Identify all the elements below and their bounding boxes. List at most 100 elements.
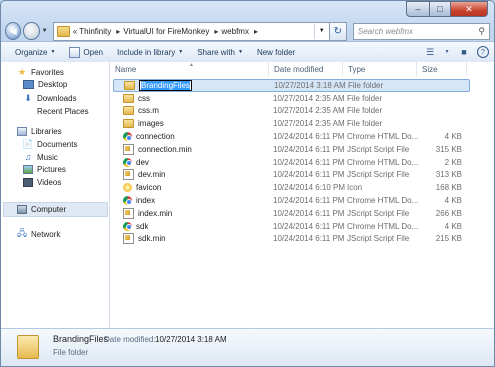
- network-icon: 🖧: [16, 228, 28, 238]
- breadcrumb-overflow[interactable]: «: [73, 27, 77, 36]
- file-date: 10/27/2014 2:35 AM: [273, 93, 345, 103]
- file-name-cell[interactable]: dev.min: [123, 169, 166, 181]
- file-name-cell[interactable]: BrandingFiles: [124, 80, 192, 91]
- close-button[interactable]: ✕: [451, 1, 488, 17]
- file-date: 10/24/2014 6:10 PM: [273, 183, 346, 193]
- organize-button[interactable]: Organize ▼: [15, 48, 55, 57]
- chevron-right-icon[interactable]: ▸: [116, 27, 120, 36]
- table-row[interactable]: css.m 10/27/2014 2:35 AM File folder: [113, 105, 470, 118]
- star-icon: ★: [17, 66, 27, 77]
- table-row[interactable]: index.min 10/24/2014 6:11 PM JScript Scrip…: [113, 207, 470, 220]
- address-bar[interactable]: « Thinfinity ▸ VirtualUI for FireMonkey …: [52, 21, 330, 41]
- file-name-cell[interactable]: sdk: [123, 221, 148, 231]
- file-name-cell[interactable]: connection: [123, 132, 175, 142]
- table-row[interactable]: BrandingFiles 10/27/2014 3:18 AM File fold…: [113, 79, 470, 92]
- table-row[interactable]: connection 10/24/2014 6:11 PM Chrome HTML …: [113, 130, 470, 143]
- nav-recent-label: Recent Places: [37, 106, 89, 116]
- file-name-cell[interactable]: connection.min: [123, 143, 192, 155]
- column-header-size[interactable]: Size: [417, 62, 467, 76]
- chevron-down-icon: ▼: [238, 49, 243, 55]
- table-row[interactable]: dev 10/24/2014 6:11 PM Chrome HTML Do... 2 …: [113, 156, 470, 169]
- navigation-pane: ★ Favorites Desktop ⬇ Downloads Recent Pla…: [1, 62, 110, 328]
- nav-music[interactable]: ♫ Music: [23, 152, 58, 162]
- file-date: 10/24/2014 6:11 PM: [273, 221, 345, 231]
- file-name: dev.min: [138, 170, 166, 180]
- nav-network[interactable]: 🖧 Network: [16, 228, 61, 239]
- table-row[interactable]: css 10/27/2014 2:35 AM File folder: [113, 92, 470, 105]
- libraries-icon: [17, 126, 27, 136]
- nav-videos[interactable]: Videos: [23, 178, 61, 187]
- nav-documents[interactable]: 📄 Documents: [22, 139, 77, 149]
- nav-favorites[interactable]: ★ Favorites: [17, 67, 64, 77]
- table-row[interactable]: sdk 10/24/2014 6:11 PM Chrome HTML Do... 4 …: [113, 220, 470, 233]
- breadcrumb-thinfinity[interactable]: Thinfinity: [79, 27, 111, 36]
- chevron-down-icon[interactable]: ▼: [443, 45, 451, 59]
- file-date: 10/27/2014 2:35 AM: [273, 119, 345, 129]
- table-row[interactable]: index 10/24/2014 6:11 PM Chrome HTML Do...…: [113, 194, 470, 207]
- column-header-type[interactable]: Type: [343, 62, 417, 76]
- file-size: 4 KB: [444, 221, 462, 231]
- refresh-button[interactable]: ↻: [329, 21, 347, 41]
- search-input[interactable]: Search webfmx ⚲: [352, 22, 490, 40]
- nav-downloads[interactable]: ⬇ Downloads: [23, 93, 77, 103]
- breadcrumb-virtualui[interactable]: VirtualUI for FireMonkey: [123, 27, 209, 36]
- file-type: File folder: [347, 106, 383, 116]
- details-pane: BrandingFiles Date modified: 10/27/2014 …: [1, 328, 494, 366]
- file-name-cell[interactable]: images: [123, 119, 164, 129]
- recent-pages-dropdown[interactable]: ▼: [42, 28, 49, 34]
- file-type: File folder: [347, 119, 383, 129]
- organize-label: Organize: [15, 47, 48, 57]
- file-name-cell[interactable]: css.m: [123, 106, 159, 116]
- nav-computer[interactable]: Computer: [17, 204, 66, 214]
- share-with-button[interactable]: Share with ▼: [197, 48, 243, 57]
- preview-pane-icon[interactable]: ■: [456, 45, 472, 59]
- search-icon[interactable]: ⚲: [478, 26, 485, 37]
- chrome-icon: [123, 132, 132, 142]
- file-name-cell[interactable]: css: [123, 93, 150, 103]
- file-name-cell[interactable]: index: [123, 196, 156, 206]
- table-row[interactable]: favicon 10/24/2014 6:10 PM Icon 168 KB: [113, 181, 470, 194]
- file-name-cell[interactable]: dev: [123, 157, 149, 167]
- chevron-right-icon[interactable]: ▸: [214, 27, 218, 36]
- column-header-name[interactable]: Name ▲: [110, 62, 269, 76]
- rename-input[interactable]: BrandingFiles: [139, 80, 192, 91]
- new-folder-button[interactable]: New folder: [257, 48, 295, 57]
- maximize-button[interactable]: □: [430, 1, 451, 17]
- open-label: Open: [83, 47, 103, 57]
- forward-button[interactable]: ▶: [23, 22, 40, 40]
- chrome-icon: [123, 157, 132, 167]
- nav-desktop[interactable]: Desktop: [23, 80, 67, 89]
- nav-desktop-label: Desktop: [38, 80, 68, 89]
- table-row[interactable]: images 10/27/2014 2:35 AM File folder: [113, 117, 470, 130]
- table-row[interactable]: connection.min 10/24/2014 6:11 PM JScript …: [113, 143, 470, 156]
- file-name-cell[interactable]: favicon: [123, 183, 161, 193]
- file-date: 10/24/2014 6:11 PM: [273, 157, 345, 167]
- script-file-icon: [123, 207, 134, 219]
- help-icon[interactable]: ?: [477, 46, 489, 58]
- sort-up-icon: ▲: [189, 62, 194, 68]
- nav-pictures-label: Pictures: [37, 165, 66, 174]
- minimize-button[interactable]: –: [406, 1, 430, 17]
- table-row[interactable]: dev.min 10/24/2014 6:11 PM JScript Script …: [113, 169, 470, 182]
- nav-downloads-label: Downloads: [37, 93, 77, 103]
- nav-network-label: Network: [31, 229, 61, 239]
- nav-recent-places[interactable]: Recent Places: [23, 106, 89, 116]
- table-row[interactable]: sdk.min 10/24/2014 6:11 PM JScript Script …: [113, 233, 470, 246]
- file-name-cell[interactable]: sdk.min: [123, 233, 166, 245]
- view-options-icon[interactable]: ☰: [422, 45, 438, 59]
- open-button[interactable]: Open: [69, 46, 103, 58]
- breadcrumb-webfmx[interactable]: webfmx: [221, 27, 249, 36]
- folder-icon: [123, 93, 134, 103]
- file-name: index: [136, 196, 156, 206]
- include-in-library-button[interactable]: Include in library ▼: [117, 48, 183, 57]
- chevron-right-icon[interactable]: ▸: [254, 27, 258, 36]
- file-date: 10/24/2014 6:11 PM: [273, 196, 345, 206]
- chrome-icon: [123, 196, 132, 206]
- file-name-cell[interactable]: index.min: [123, 207, 172, 219]
- nav-libraries[interactable]: Libraries: [17, 126, 62, 136]
- column-header-date[interactable]: Date modified: [269, 62, 343, 76]
- file-type: JScript Script File: [347, 208, 410, 218]
- chevron-down-icon[interactable]: ▼: [313, 23, 329, 39]
- nav-pictures[interactable]: Pictures: [23, 165, 66, 174]
- back-button[interactable]: ◀: [5, 22, 22, 40]
